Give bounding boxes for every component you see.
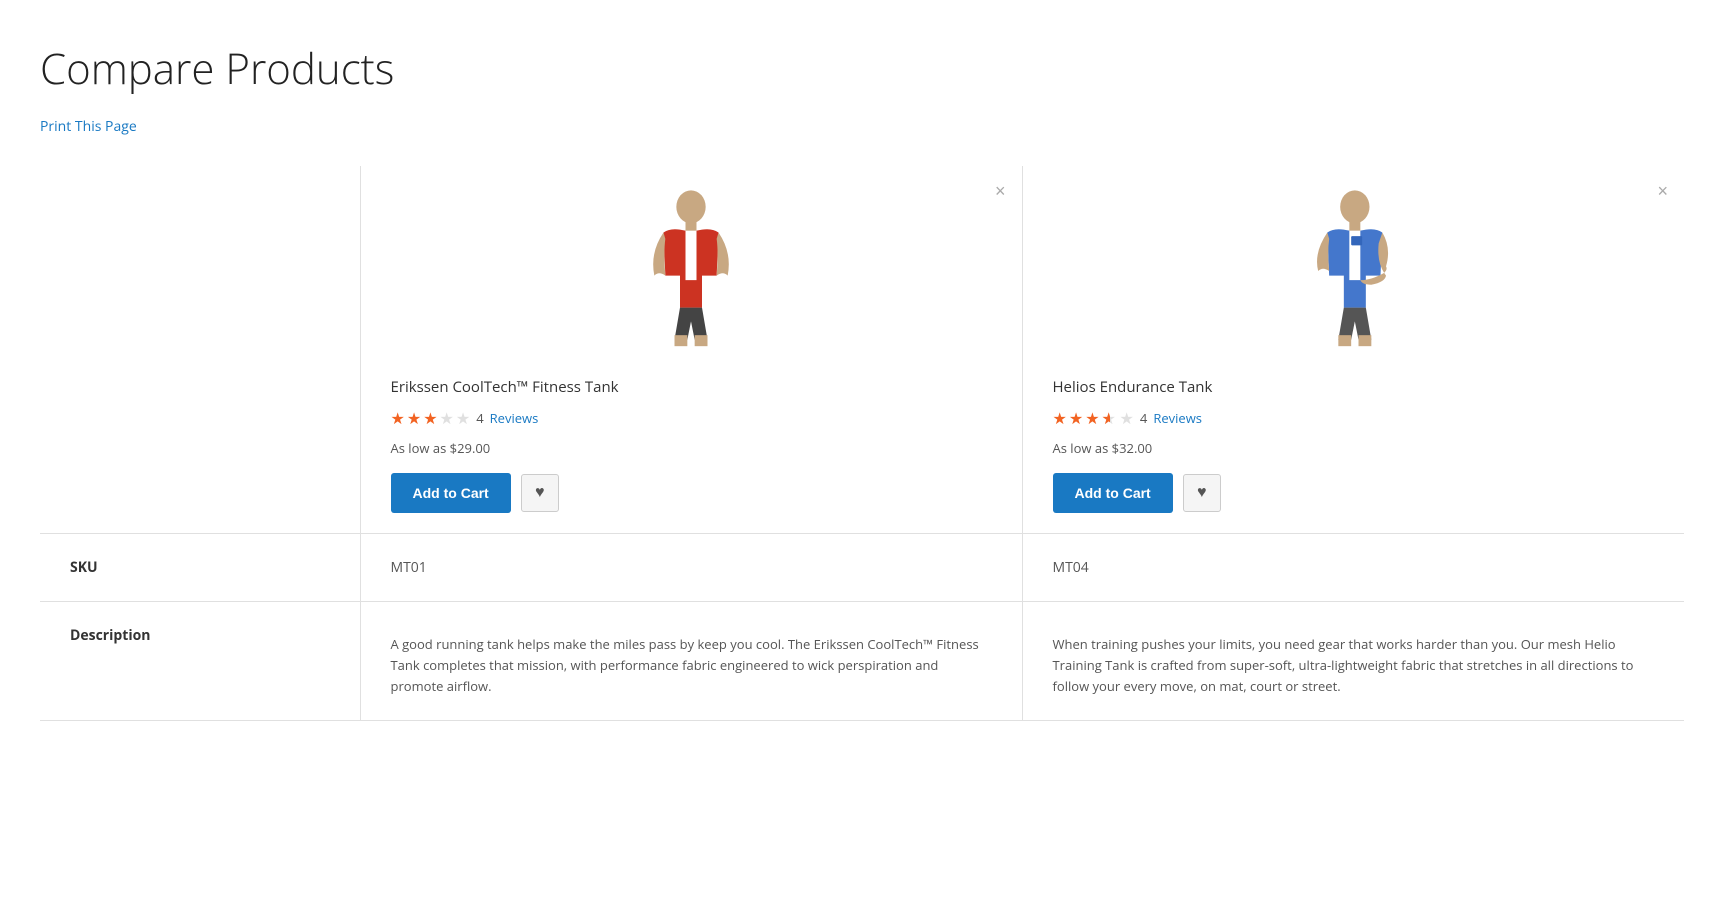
description-row: Description A good running tank helps ma… bbox=[40, 602, 1684, 721]
product-1-description: A good running tank helps make the miles… bbox=[391, 626, 992, 696]
sku-row: SKU MT01 MT04 bbox=[40, 534, 1684, 602]
product-2-btn-row: Add to Cart ♥ bbox=[1053, 473, 1655, 513]
empty-label-cell bbox=[40, 166, 360, 534]
page-title: Compare Products bbox=[40, 40, 1684, 97]
p2-star-0: ★ bbox=[1053, 407, 1067, 429]
product-2-reviews-link[interactable]: Reviews bbox=[1153, 409, 1202, 427]
product-1-header: × bbox=[360, 166, 1022, 534]
product-2-description-cell: When training pushes your limits, you ne… bbox=[1022, 602, 1684, 721]
product-2-rating-row: ★★★★★★ 4 Reviews bbox=[1053, 407, 1655, 429]
product-2-sku: MT04 bbox=[1022, 534, 1684, 602]
product-1-reviews-link[interactable]: Reviews bbox=[490, 409, 539, 427]
product-2-image-wrap bbox=[1053, 186, 1655, 361]
product-1-image-wrap bbox=[391, 186, 992, 361]
p2-star-2: ★ bbox=[1085, 407, 1099, 429]
compare-table: × bbox=[40, 166, 1684, 721]
sku-label: SKU bbox=[40, 534, 360, 602]
star-3: ★ bbox=[423, 407, 437, 429]
product-2-reviews-count: 4 bbox=[1140, 409, 1147, 427]
remove-product-2-button[interactable]: × bbox=[1657, 182, 1668, 200]
product-1-btn-row: Add to Cart ♥ bbox=[391, 473, 992, 513]
p2-star-1: ★ bbox=[1069, 407, 1083, 429]
page-container: Compare Products Print This Page × bbox=[0, 0, 1724, 721]
product-2-price: As low as $32.00 bbox=[1053, 439, 1655, 457]
product-2-sku-value: MT04 bbox=[1053, 534, 1089, 577]
product-1-name: Erikssen CoolTech™ Fitness Tank bbox=[391, 377, 992, 397]
heart-icon-2: ♥ bbox=[1197, 484, 1207, 502]
product-2-description: When training pushes your limits, you ne… bbox=[1053, 626, 1655, 696]
product-1-reviews-count: 4 bbox=[476, 409, 483, 427]
product-header-row: × bbox=[40, 166, 1684, 534]
product-2-wishlist-button[interactable]: ♥ bbox=[1183, 474, 1221, 512]
product-1-sku: MT01 bbox=[360, 534, 1022, 602]
product-1-sku-value: MT01 bbox=[391, 534, 427, 577]
product-2-image bbox=[1298, 186, 1408, 356]
print-link[interactable]: Print This Page bbox=[40, 117, 137, 136]
star-2: ★ bbox=[407, 407, 421, 429]
star-1: ★ bbox=[391, 407, 405, 429]
product-1-description-cell: A good running tank helps make the miles… bbox=[360, 602, 1022, 721]
product-2-name: Helios Endurance Tank bbox=[1053, 377, 1655, 397]
star-4: ★ bbox=[440, 407, 454, 429]
product-1-price: As low as $29.00 bbox=[391, 439, 992, 457]
heart-icon: ♥ bbox=[535, 484, 545, 502]
p2-star-4: ★ bbox=[1120, 407, 1134, 429]
product-2-add-to-cart-button[interactable]: Add to Cart bbox=[1053, 473, 1173, 513]
product-1-rating-row: ★ ★ ★ ★ ★ 4 Reviews bbox=[391, 407, 992, 429]
half-star-3: ★★ bbox=[1102, 407, 1118, 425]
remove-product-1-button[interactable]: × bbox=[995, 182, 1006, 200]
product-2-header: × bbox=[1022, 166, 1684, 534]
star-5: ★ bbox=[456, 407, 470, 429]
product-2-stars: ★★★★★★ bbox=[1053, 407, 1134, 429]
product-1-image bbox=[636, 186, 746, 356]
product-1-add-to-cart-button[interactable]: Add to Cart bbox=[391, 473, 511, 513]
description-label: Description bbox=[40, 602, 360, 721]
product-1-wishlist-button[interactable]: ♥ bbox=[521, 474, 559, 512]
product-1-stars: ★ ★ ★ ★ ★ bbox=[391, 407, 471, 429]
